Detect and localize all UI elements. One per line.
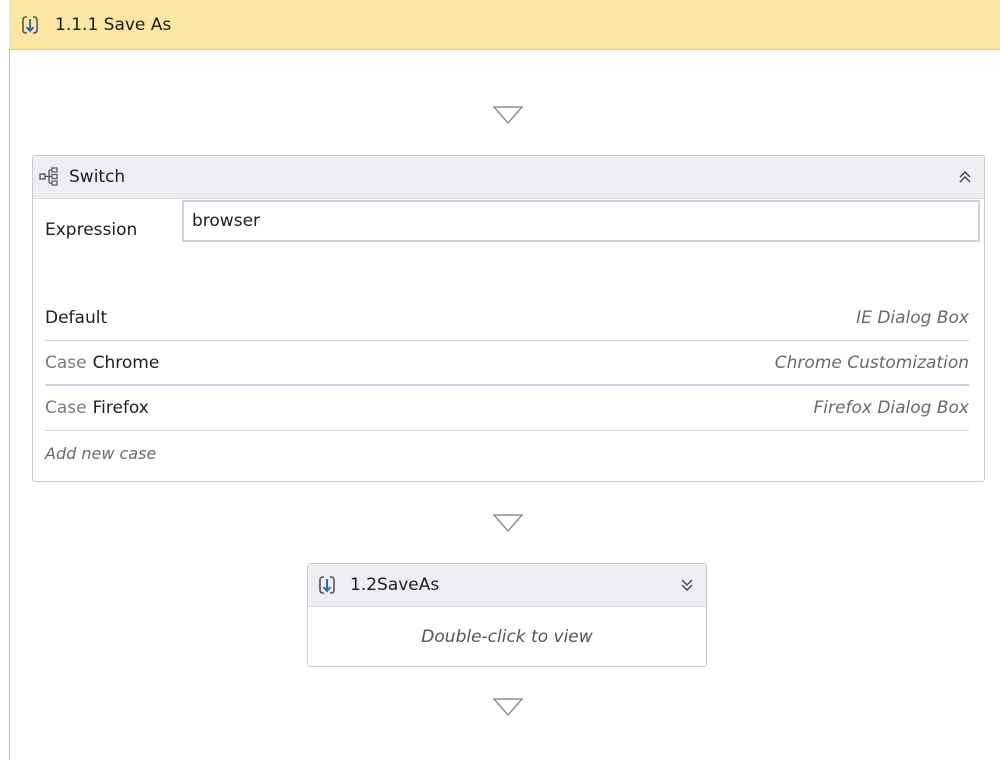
case-row-firefox[interactable]: Case Firefox Firefox Dialog Box bbox=[45, 386, 969, 431]
switch-title: Switch bbox=[69, 167, 126, 187]
case-target: IE Dialog Box bbox=[856, 308, 969, 328]
nested-sequence-title: 1.2SaveAs bbox=[350, 575, 440, 595]
sequence-title: 1.1.1 Save As bbox=[55, 14, 172, 35]
default-label: Default bbox=[45, 308, 108, 328]
case-keyword: Case bbox=[45, 398, 87, 418]
switch-icon bbox=[39, 167, 58, 186]
chevron-double-up-icon bbox=[959, 171, 971, 183]
drop-target-arrow-icon[interactable] bbox=[492, 513, 524, 533]
nested-sequence-header[interactable]: 1.2SaveAs bbox=[308, 564, 706, 607]
add-new-case-link[interactable]: Add new case bbox=[45, 431, 969, 476]
expand-button[interactable] bbox=[676, 574, 698, 596]
sequence-icon bbox=[22, 15, 38, 34]
case-row-default[interactable]: Default IE Dialog Box bbox=[45, 296, 969, 341]
case-target: Chrome Customization bbox=[774, 352, 969, 373]
chevron-double-down-icon bbox=[681, 579, 693, 591]
case-keyword: Case bbox=[45, 352, 87, 373]
drop-target-arrow-icon[interactable] bbox=[492, 697, 524, 717]
double-click-hint[interactable]: Double-click to view bbox=[308, 607, 706, 667]
expression-input[interactable] bbox=[182, 200, 980, 242]
drop-target-arrow-icon[interactable] bbox=[492, 105, 524, 125]
case-row-chrome[interactable]: Case Chrome Chrome Customization bbox=[45, 341, 969, 386]
switch-activity[interactable]: Switch Expression Default IE Dialog Box … bbox=[32, 155, 985, 482]
collapse-button[interactable] bbox=[954, 166, 976, 188]
sequence-header[interactable]: 1.1.1 Save As bbox=[9, 0, 1000, 50]
case-list: Default IE Dialog Box Case Chrome Chrome… bbox=[45, 296, 969, 476]
case-value: Firefox bbox=[92, 398, 149, 418]
nested-sequence-activity[interactable]: 1.2SaveAs Double-click to view bbox=[307, 563, 707, 667]
switch-header[interactable]: Switch bbox=[33, 156, 984, 199]
expression-row: Expression bbox=[45, 200, 980, 242]
case-value: Chrome bbox=[92, 352, 160, 373]
case-target: Firefox Dialog Box bbox=[813, 398, 969, 418]
sequence-icon bbox=[319, 576, 335, 594]
expression-label: Expression bbox=[45, 220, 138, 240]
